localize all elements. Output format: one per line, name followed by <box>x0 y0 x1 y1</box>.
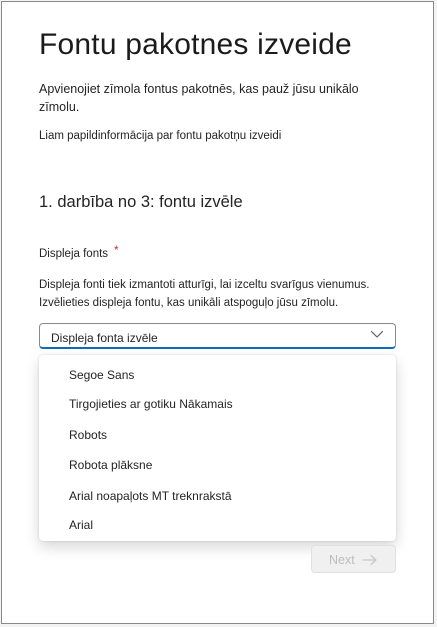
display-font-select-value: Displeja fonta izvēle <box>51 331 158 345</box>
font-option-trade-gothic-next[interactable]: Tirgojieties ar gotiku Nākamais <box>69 397 233 411</box>
next-button-label: Next <box>329 553 355 567</box>
font-option-arial[interactable]: Arial <box>69 518 93 532</box>
chevron-down-icon <box>370 330 384 338</box>
display-font-label: Displeja fonts * <box>39 243 119 260</box>
arrow-right-icon <box>362 554 377 566</box>
font-option-roboto-slab[interactable]: Robota plāksne <box>69 458 152 472</box>
learn-more-link[interactable]: Liam papildinformācija par fontu pakotņu… <box>39 130 281 142</box>
font-option-segoe-sans[interactable]: Segoe Sans <box>69 368 134 382</box>
font-option-arial-rounded-mt-bold[interactable]: Arial noapaļots MT treknrakstā <box>69 489 232 503</box>
display-font-label-text: Displeja fonts <box>39 248 109 260</box>
font-option-roboto[interactable]: Robots <box>69 428 107 442</box>
required-marker: * <box>114 243 119 257</box>
step-heading: 1. darbība no 3: fontu izvēle <box>39 193 243 211</box>
page-title: Fontu pakotnes izveide <box>39 28 352 61</box>
intro-text: Apvienojiet zīmola fontus pakotnēs, kas … <box>39 82 359 114</box>
display-font-description: Displeja fonti tiek izmantoti atturīgi, … <box>39 279 370 309</box>
display-font-select[interactable]: Displeja fonta izvēle <box>39 323 396 349</box>
display-font-listbox: Segoe Sans Tirgojieties ar gotiku Nākama… <box>39 355 396 541</box>
next-button[interactable]: Next <box>311 545 396 573</box>
font-package-panel: Fontu pakotnes izveide Apvienojiet zīmol… <box>1 1 434 624</box>
